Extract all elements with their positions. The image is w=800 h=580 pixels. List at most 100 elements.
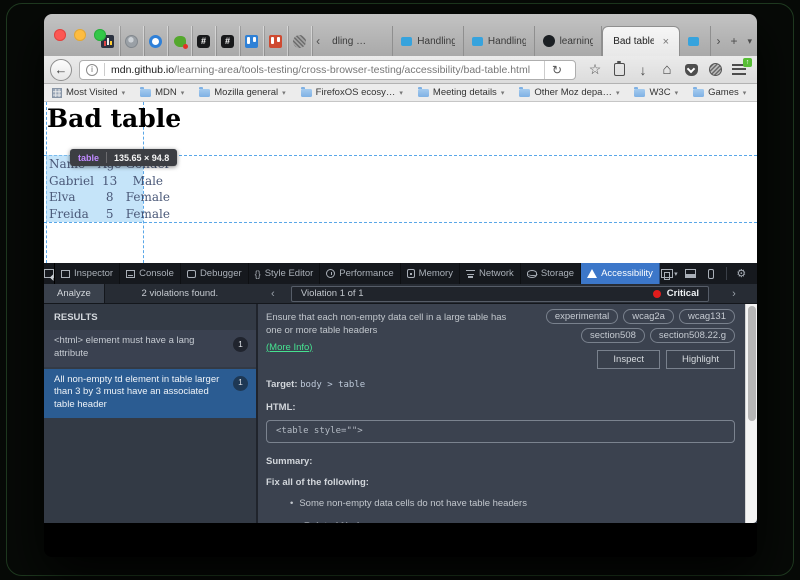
pinned-tab-irc-1[interactable]: # bbox=[192, 26, 216, 56]
close-tab-icon[interactable]: × bbox=[663, 36, 669, 48]
pinned-tab-ring[interactable] bbox=[144, 26, 168, 56]
analyze-button[interactable]: Analyze bbox=[44, 284, 105, 303]
dock-side-button[interactable] bbox=[753, 263, 757, 284]
caret-down-icon: ▾ bbox=[674, 270, 678, 278]
pocket-button[interactable] bbox=[679, 58, 703, 82]
tooltip-dimensions: 135.65 × 94.8 bbox=[114, 153, 169, 163]
scroll-tabs-right-button[interactable]: › bbox=[711, 34, 725, 48]
minimize-window-button[interactable] bbox=[74, 29, 86, 41]
devtools-panel: Inspector Console Debugger {}Style Edito… bbox=[44, 263, 757, 523]
bookmark-firefoxos[interactable]: FirefoxOS ecosy…▾ bbox=[301, 87, 403, 98]
highlight-button[interactable]: Highlight bbox=[666, 350, 735, 369]
responsive-mode-button[interactable]: ▾ bbox=[660, 263, 679, 284]
globe-icon bbox=[125, 35, 138, 48]
list-all-tabs-button[interactable]: ▾ bbox=[742, 36, 757, 47]
url-domain: mdn.github.io bbox=[111, 64, 174, 76]
devtools-tab-network[interactable]: Network bbox=[460, 263, 521, 284]
chat-icon bbox=[401, 37, 412, 46]
split-console-button[interactable] bbox=[681, 263, 700, 284]
pinned-tab-trello-blue[interactable] bbox=[240, 26, 264, 56]
violation-detail-panel: Ensure that each non-empty data cell in … bbox=[258, 304, 757, 523]
inspector-icon bbox=[61, 270, 70, 278]
tab-label: Style Editor bbox=[265, 268, 314, 279]
scrollbar-thumb[interactable] bbox=[748, 306, 756, 421]
devtools-tab-performance[interactable]: Performance bbox=[320, 263, 400, 284]
tab-handling-1[interactable]: Handling … bbox=[393, 26, 464, 56]
tab-handling-2[interactable]: Handling … bbox=[464, 26, 535, 56]
trello-blue-icon bbox=[245, 35, 258, 48]
table-cell: Female bbox=[123, 189, 172, 206]
new-tab-button[interactable]: + bbox=[725, 34, 742, 48]
tag-row: section508 section508.22.g bbox=[581, 328, 735, 343]
pick-element-button[interactable] bbox=[44, 263, 55, 284]
bookmark-meeting-details[interactable]: Meeting details▾ bbox=[418, 87, 504, 98]
menu-button[interactable]: ↑ bbox=[727, 58, 751, 82]
tab-label: Accessibility bbox=[601, 268, 653, 279]
back-button[interactable]: ← bbox=[50, 59, 72, 81]
pinned-tab-globe[interactable] bbox=[120, 26, 144, 56]
html-label: HTML: bbox=[266, 402, 296, 413]
github-icon bbox=[543, 35, 555, 47]
device-button[interactable] bbox=[702, 263, 721, 284]
next-violation-button[interactable]: › bbox=[711, 288, 757, 300]
results-panel: RESULTS <html> element must have a lang … bbox=[44, 304, 258, 523]
trello-red-icon bbox=[269, 35, 282, 48]
folder-icon bbox=[199, 89, 210, 97]
devtools-tab-storage[interactable]: Storage bbox=[521, 263, 581, 284]
zoom-window-button[interactable] bbox=[94, 29, 106, 41]
tab-controls: › + ▾ bbox=[711, 26, 757, 56]
bookmark-mozilla-general[interactable]: Mozilla general ▾ bbox=[199, 87, 285, 98]
bookmark-games[interactable]: Games▾ bbox=[693, 87, 746, 98]
circle-icon bbox=[149, 35, 162, 48]
tab-clipped-right[interactable]: Bu bbox=[680, 26, 711, 56]
previous-violation-button[interactable]: ‹ bbox=[255, 288, 291, 300]
url-bar[interactable]: i mdn.github.io/learning-area/tools-test… bbox=[79, 60, 576, 80]
bookmark-star-button[interactable]: ☆ bbox=[583, 58, 607, 82]
table-cell: Elva bbox=[47, 189, 96, 206]
caret-down-icon: ▾ bbox=[282, 89, 286, 97]
url-text[interactable]: mdn.github.io/learning-area/tools-testin… bbox=[111, 64, 544, 76]
result-item-lang[interactable]: <html> element must have a lang attribut… bbox=[44, 330, 256, 367]
close-window-button[interactable] bbox=[54, 29, 66, 41]
tab-clipped[interactable]: dling … bbox=[324, 26, 393, 56]
tab-bad-table-active[interactable]: Bad table …× bbox=[602, 26, 680, 56]
devtools-tab-style-editor[interactable]: {}Style Editor bbox=[249, 263, 321, 284]
bookmark-most-visited[interactable]: Most Visited▾ bbox=[52, 87, 125, 98]
pinned-tab-trello-red[interactable] bbox=[264, 26, 288, 56]
tab-learning[interactable]: learning-… bbox=[535, 26, 603, 56]
scroll-tabs-left-button[interactable]: ‹ bbox=[312, 26, 324, 56]
devtools-tab-console[interactable]: Console bbox=[120, 263, 181, 284]
devtools-tab-debugger[interactable]: Debugger bbox=[181, 263, 249, 284]
bookmark-mdn[interactable]: MDN▾ bbox=[140, 87, 184, 98]
more-info-link[interactable]: (More Info) bbox=[266, 341, 312, 354]
devtools-tab-inspector[interactable]: Inspector bbox=[55, 263, 120, 284]
scrollbar[interactable] bbox=[745, 304, 757, 523]
bookmark-label: Mozilla general bbox=[214, 87, 278, 98]
caret-down-icon: ▾ bbox=[399, 89, 403, 97]
devtools-tab-accessibility[interactable]: Accessibility bbox=[581, 263, 660, 284]
pinned-tab-raspberry[interactable] bbox=[168, 26, 192, 56]
devtools-settings-button[interactable]: ⚙ bbox=[732, 263, 751, 284]
console-icon bbox=[126, 270, 135, 278]
fix-label: Fix all of the following: bbox=[266, 476, 735, 489]
divider bbox=[106, 152, 107, 163]
reload-button[interactable]: ↻ bbox=[544, 61, 569, 79]
devtools-tab-memory[interactable]: Memory bbox=[401, 263, 460, 284]
chat-icon bbox=[472, 37, 483, 46]
pinned-tab-misc[interactable] bbox=[288, 26, 312, 56]
tab-bar: # # ‹ dling … Handling … Handling … lear… bbox=[44, 14, 757, 56]
folder-icon bbox=[301, 89, 312, 97]
themes-button[interactable] bbox=[703, 58, 727, 82]
downloads-button[interactable]: ↓ bbox=[631, 58, 655, 82]
inspect-button[interactable]: Inspect bbox=[597, 350, 660, 369]
pinned-tab-irc-2[interactable]: # bbox=[216, 26, 240, 56]
tab-label: Console bbox=[139, 268, 174, 279]
reading-list-button[interactable] bbox=[607, 58, 631, 82]
bookmark-other-moz[interactable]: Other Moz depa…▾ bbox=[519, 87, 619, 98]
bookmark-w3c[interactable]: W3C▾ bbox=[634, 87, 678, 98]
site-info-icon[interactable]: i bbox=[86, 64, 98, 76]
result-item-table-header[interactable]: All non-empty td element in table larger… bbox=[44, 369, 256, 418]
home-button[interactable]: ⌂ bbox=[655, 58, 679, 82]
measurement-tooltip: table 135.65 × 94.8 bbox=[70, 149, 177, 166]
tab-label: Network bbox=[479, 268, 514, 279]
